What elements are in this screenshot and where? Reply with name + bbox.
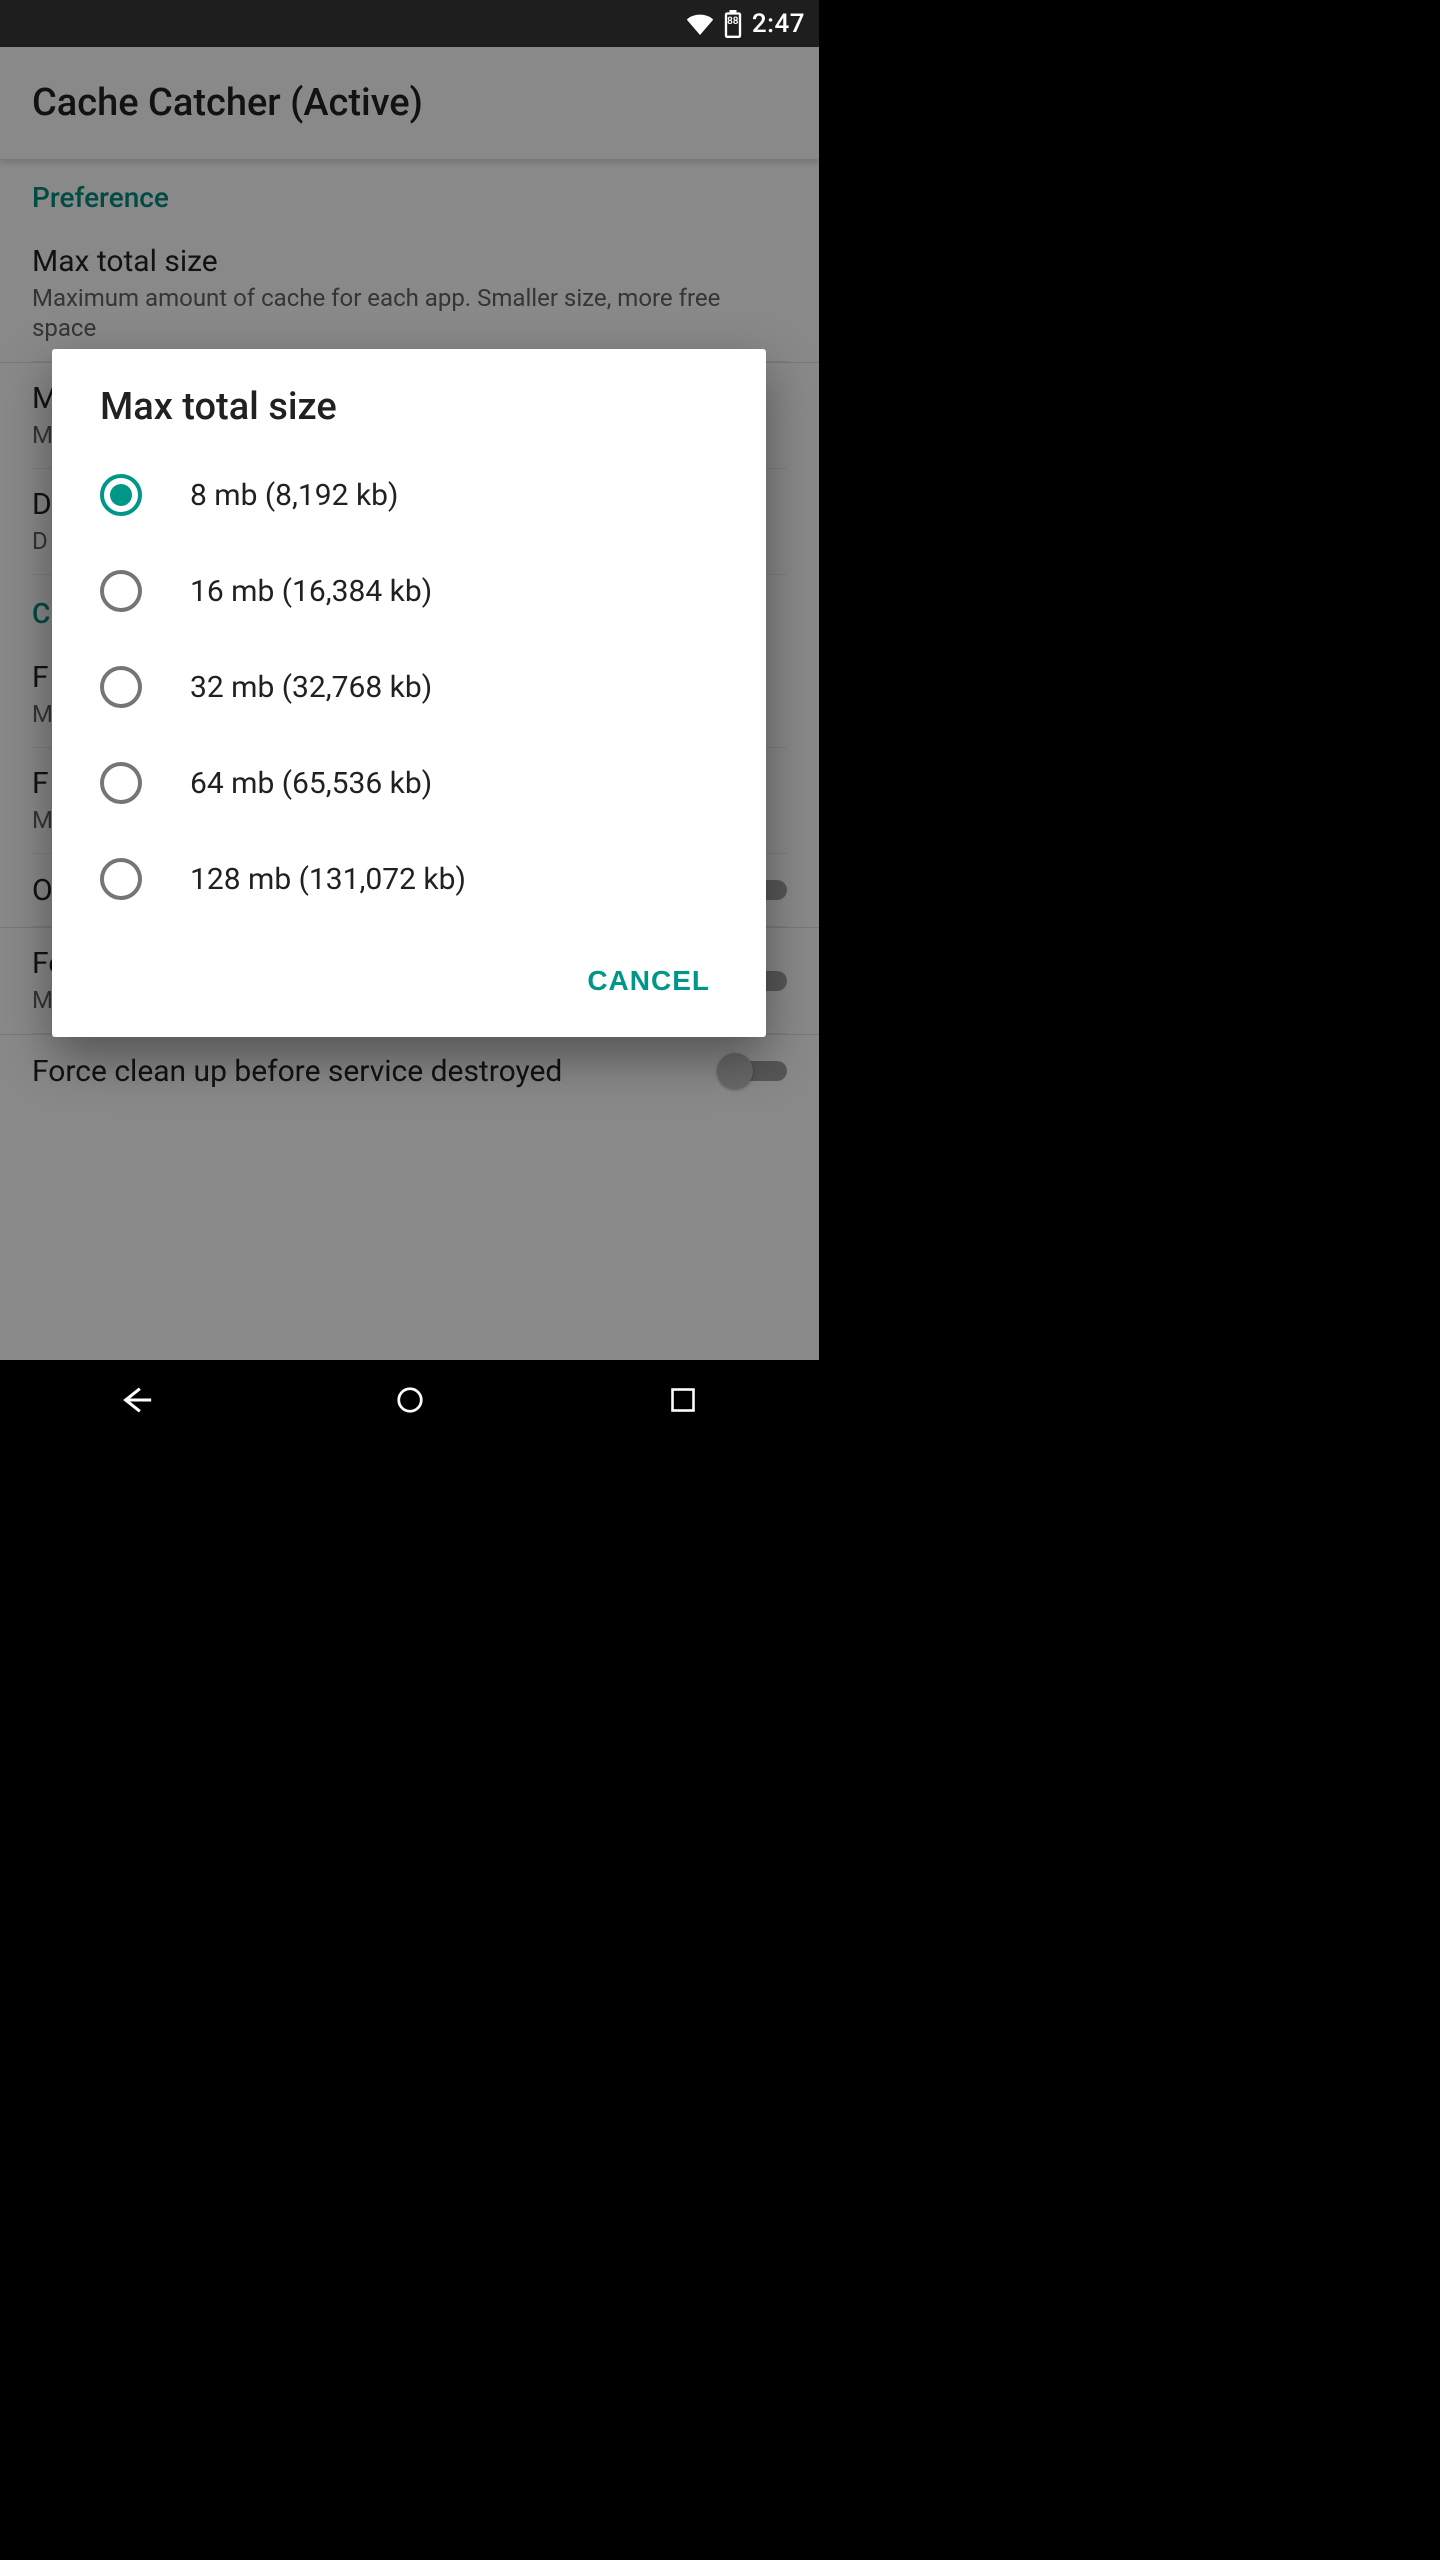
cancel-button[interactable]: CANCEL <box>571 955 726 1007</box>
radio-option-64mb[interactable]: 64 mb (65,536 kb) <box>52 735 766 831</box>
radio-option-16mb[interactable]: 16 mb (16,384 kb) <box>52 543 766 639</box>
status-time: 2:47 <box>752 9 805 39</box>
pref-row-max-total-size[interactable]: Max total size Maximum amount of cache f… <box>32 226 787 362</box>
nav-back-button[interactable] <box>105 1376 169 1424</box>
radio-icon <box>100 570 142 612</box>
battery-percent: 88 <box>724 16 742 27</box>
radio-group: 8 mb (8,192 kb) 16 mb (16,384 kb) 32 mb … <box>52 439 766 935</box>
pref-title: Max total size <box>32 244 787 279</box>
dialog-actions: CANCEL <box>52 935 766 1037</box>
radio-icon <box>100 762 142 804</box>
nav-bar <box>0 1360 819 1440</box>
app-bar: Cache Catcher (Active) <box>0 47 819 159</box>
dialog-max-total-size: Max total size 8 mb (8,192 kb) 16 mb (16… <box>52 349 766 1037</box>
radio-option-128mb[interactable]: 128 mb (131,072 kb) <box>52 831 766 927</box>
radio-icon <box>100 858 142 900</box>
radio-label: 16 mb (16,384 kb) <box>190 574 432 609</box>
radio-icon <box>100 666 142 708</box>
pref-title: Force clean up before service destroyed <box>32 1054 697 1089</box>
switch-toggle[interactable] <box>717 1053 787 1089</box>
radio-label: 128 mb (131,072 kb) <box>190 862 466 897</box>
nav-recents-button[interactable] <box>651 1376 715 1424</box>
radio-label: 32 mb (32,768 kb) <box>190 670 432 705</box>
dialog-title: Max total size <box>52 349 766 439</box>
app-title: Cache Catcher (Active) <box>32 81 423 125</box>
nav-home-button[interactable] <box>378 1376 442 1424</box>
battery-icon: 88 <box>724 10 742 38</box>
status-bar: 88 2:47 <box>0 0 819 47</box>
wifi-icon <box>686 13 714 35</box>
radio-label: 64 mb (65,536 kb) <box>190 766 432 801</box>
radio-label: 8 mb (8,192 kb) <box>190 478 398 513</box>
radio-option-32mb[interactable]: 32 mb (32,768 kb) <box>52 639 766 735</box>
radio-icon <box>100 474 142 516</box>
pref-row-force-clean-before-destroyed[interactable]: Force clean up before service destroyed <box>32 1035 787 1107</box>
section-header-preference: Preference <box>32 159 787 226</box>
pref-subtitle: Maximum amount of cache for each app. Sm… <box>32 283 787 343</box>
radio-option-8mb[interactable]: 8 mb (8,192 kb) <box>52 447 766 543</box>
